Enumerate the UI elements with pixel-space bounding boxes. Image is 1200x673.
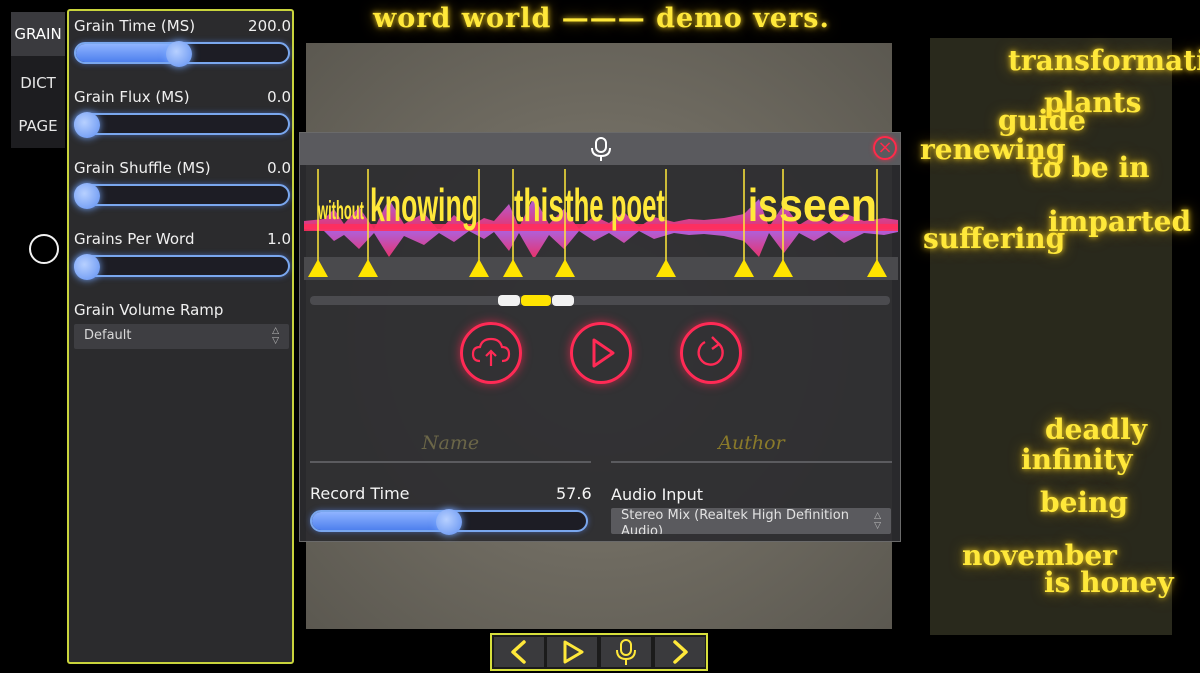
tab-dict[interactable]: DICT: [11, 74, 65, 92]
tab-grain[interactable]: GRAIN: [11, 12, 65, 56]
slider-knob[interactable]: [74, 183, 100, 209]
word-item[interactable]: transformation: [1008, 44, 1200, 77]
upload-button[interactable]: [460, 322, 522, 384]
play-icon: [592, 338, 615, 368]
slider-track[interactable]: [74, 254, 290, 280]
marker-handle: [358, 259, 378, 277]
recorder-dialog: × without knowing this the poet is seen: [299, 132, 901, 542]
microphone-icon: [616, 639, 636, 665]
slider-knob[interactable]: [74, 112, 100, 138]
marker-handle: [656, 259, 676, 277]
volume-ramp-select[interactable]: Default △ ▽: [74, 324, 289, 349]
volume-ramp-value: Default: [84, 328, 132, 343]
marker-handle: [503, 259, 523, 277]
record-time-value: 57.6: [556, 484, 592, 503]
updown-chevron-icon: △ ▽: [874, 511, 881, 531]
slider-knob[interactable]: [436, 509, 463, 535]
microphone-icon: [591, 137, 611, 161]
marker-handle: [469, 259, 489, 277]
refresh-icon: [697, 336, 724, 366]
app-title: word world ——— demo vers.: [373, 3, 830, 34]
audio-input-label: Audio Input: [611, 485, 703, 504]
volume-ramp-label: Grain Volume Ramp: [74, 301, 224, 319]
marker-handle: [773, 259, 793, 277]
slider-value: 0.0: [267, 159, 291, 177]
slider-label: Grain Flux (MS): [74, 88, 190, 106]
word-item[interactable]: being: [1040, 486, 1128, 519]
play-icon: [563, 640, 584, 664]
marker-handle: [555, 259, 575, 277]
scrub-segment-active[interactable]: [521, 295, 551, 306]
slider-knob[interactable]: [165, 41, 192, 67]
chevron-left-icon: [511, 640, 526, 664]
slider-label: Grain Time (MS): [74, 17, 196, 35]
refresh-button[interactable]: [680, 322, 742, 384]
bottom-nav: [490, 633, 708, 671]
marker-handle: [308, 259, 328, 277]
author-field[interactable]: Author: [611, 429, 892, 463]
word-item[interactable]: to be in: [1030, 151, 1150, 184]
slider-track[interactable]: [74, 41, 290, 67]
ring-icon[interactable]: [29, 234, 59, 264]
chevron-right-icon: [673, 640, 688, 664]
scrub-segment[interactable]: [498, 295, 520, 306]
scrub-segment[interactable]: [552, 295, 574, 306]
play-button[interactable]: [570, 322, 632, 384]
word-item[interactable]: imparted: [1048, 205, 1191, 238]
next-button[interactable]: [655, 637, 705, 667]
slider-value: 200.0: [248, 17, 291, 35]
playback-scrubber[interactable]: [310, 296, 890, 305]
word-item[interactable]: infinity: [1021, 443, 1133, 476]
updown-chevron-icon: △ ▽: [272, 326, 279, 346]
slider-label: Grains Per Word: [74, 230, 195, 248]
side-tabs: GRAIN DICT PAGE: [11, 12, 65, 148]
close-icon[interactable]: ×: [873, 136, 897, 160]
dialog-header: ×: [300, 133, 900, 165]
record-nav-button[interactable]: [601, 637, 651, 667]
audio-input-value: Stereo Mix (Realtek High Definition Audi…: [621, 508, 849, 534]
slider-label: Grain Shuffle (MS): [74, 159, 211, 177]
word-item[interactable]: deadly: [1045, 413, 1147, 446]
audio-input-select[interactable]: Stereo Mix (Realtek High Definition Audi…: [611, 508, 891, 534]
slider-value: 0.0: [267, 88, 291, 106]
grain-settings-panel: Grain Time (MS) 200.0 Grain Flux (MS) 0.…: [67, 9, 294, 664]
cloud-upload-icon: [471, 337, 511, 366]
prev-button[interactable]: [494, 637, 544, 667]
slider-knob[interactable]: [74, 254, 100, 280]
word-item[interactable]: suffering: [923, 222, 1065, 255]
tab-page[interactable]: PAGE: [11, 117, 65, 135]
record-time-slider[interactable]: [310, 509, 588, 535]
slider-track[interactable]: [74, 112, 290, 138]
word-item[interactable]: is honey: [1044, 566, 1174, 599]
play-nav-button[interactable]: [547, 637, 597, 667]
marker-handle: [867, 259, 887, 277]
name-field[interactable]: Name: [310, 429, 591, 463]
marker-handle: [734, 259, 754, 277]
word-markers[interactable]: [304, 169, 898, 281]
slider-track[interactable]: [74, 183, 290, 209]
record-time-label: Record Time: [310, 484, 410, 503]
slider-value: 1.0: [267, 230, 291, 248]
